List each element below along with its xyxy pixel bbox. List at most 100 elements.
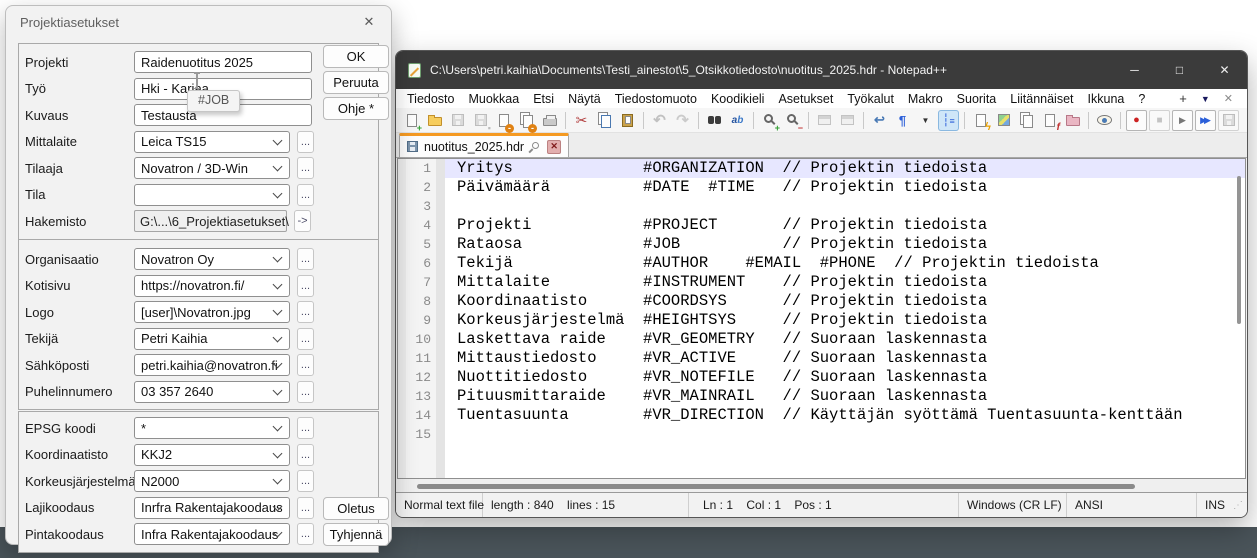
open-file-icon[interactable] <box>424 110 445 131</box>
close-icon[interactable]: ✕ <box>1202 51 1247 89</box>
minimize-icon[interactable]: ─ <box>1112 51 1157 89</box>
dialog-titlebar[interactable]: Projektiasetukset ✕ <box>6 6 391 38</box>
oletus-button[interactable]: Oletus <box>323 497 389 520</box>
status-eol-format[interactable]: Windows (CR LF) <box>959 493 1067 517</box>
macro-record-icon[interactable]: ● <box>1126 110 1147 131</box>
editor-line[interactable]: 10Laskettava raide #VR_GEOMETRY // Suora… <box>398 330 1245 349</box>
close-document-icon[interactable]: ✕ <box>1224 92 1233 105</box>
editor-line[interactable]: 12Nuottitiedosto #VR_NOTEFILE // Suoraan… <box>398 368 1245 387</box>
pintakoodaus-more-button[interactable]: ... <box>297 523 314 545</box>
close-all-icon[interactable]: - <box>516 110 537 131</box>
zoom-out-icon[interactable]: − <box>782 110 803 131</box>
tilaaja-more-button[interactable]: ... <box>297 157 314 179</box>
status-encoding[interactable]: ANSI <box>1067 493 1197 517</box>
projekti-input[interactable] <box>134 51 312 73</box>
editor-line[interactable]: 3 <box>398 197 1245 216</box>
status-insert-mode[interactable]: INS⋰ <box>1197 493 1247 517</box>
cut-icon[interactable]: ✂ <box>571 110 592 131</box>
organisaatio-more-button[interactable]: ... <box>297 248 314 270</box>
macro-stop-icon[interactable]: ■ <box>1149 110 1170 131</box>
menu-item-makro[interactable]: Makro <box>901 92 950 106</box>
monitoring-icon[interactable] <box>1094 110 1115 131</box>
replace-icon[interactable]: ab <box>727 110 748 131</box>
close-tab-icon[interactable]: ✕ <box>547 140 561 154</box>
editor-line[interactable]: 4Projekti #PROJECT // Projektin tiedoist… <box>398 216 1245 235</box>
function-list-icon[interactable]: f <box>1039 110 1060 131</box>
paste-icon[interactable] <box>617 110 638 131</box>
epsg-koodi-combobox[interactable]: * <box>134 417 290 439</box>
lajikoodaus-more-button[interactable]: ... <box>297 497 314 519</box>
close-file-icon[interactable]: - <box>493 110 514 131</box>
save-all-icon[interactable]: ▪ <box>470 110 491 131</box>
editor-line[interactable]: 11Mittaustiedosto #VR_ACTIVE // Suoraan … <box>398 349 1245 368</box>
document-map-icon[interactable] <box>993 110 1014 131</box>
tila-combobox[interactable] <box>134 184 290 206</box>
undo-icon[interactable]: ↶ <box>649 110 670 131</box>
mittalaite-combobox[interactable]: Leica TS15 <box>134 131 290 153</box>
koordinaatisto-more-button[interactable]: ... <box>297 444 314 466</box>
hakemisto-open-button[interactable]: -> <box>294 210 311 232</box>
resize-grip[interactable]: ⋰ <box>1233 500 1247 511</box>
logo-more-button[interactable]: ... <box>297 301 314 323</box>
show-symbols-dropdown-icon[interactable]: ▼ <box>915 110 936 131</box>
sync-scroll-h-icon[interactable] <box>837 110 858 131</box>
save-icon[interactable] <box>447 110 468 131</box>
menu-item-[interactable]: ? <box>1131 92 1152 106</box>
horizontal-scrollbar[interactable] <box>417 484 1135 489</box>
peruuta-button[interactable]: Peruuta <box>323 71 389 94</box>
window-titlebar[interactable]: C:\Users\petri.kaihia\Documents\Testi_ai… <box>396 51 1247 89</box>
menu-item-tiedostomuoto[interactable]: Tiedostomuoto <box>608 92 704 106</box>
menu-item-tiedosto[interactable]: Tiedosto <box>400 92 461 106</box>
tab-list-dropdown-icon[interactable]: ▼ <box>1201 94 1210 104</box>
organisaatio-combobox[interactable]: Novatron Oy <box>134 248 290 270</box>
koordinaatisto-combobox[interactable]: KKJ2 <box>134 444 290 466</box>
kotisivu-combobox[interactable]: https://novatron.fi/ <box>134 275 290 297</box>
maximize-icon[interactable]: □ <box>1157 51 1202 89</box>
pintakoodaus-combobox[interactable]: Infra Rakentajakoodaus <box>134 523 290 545</box>
menu-item-muokkaa[interactable]: Muokkaa <box>461 92 526 106</box>
redo-icon[interactable]: ↷ <box>672 110 693 131</box>
puhelinnumero-more-button[interactable]: ... <box>297 381 314 403</box>
korkeusjarjestelma-more-button[interactable]: ... <box>297 470 314 492</box>
logo-combobox[interactable]: [user]\Novatron.jpg <box>134 301 290 323</box>
tekija-combobox[interactable]: Petri Kaihia <box>134 328 290 350</box>
macro-play-icon[interactable]: ▶ <box>1172 110 1193 131</box>
mittalaite-more-button[interactable]: ... <box>297 131 314 153</box>
ok-button[interactable]: OK <box>323 45 389 68</box>
find-icon[interactable] <box>704 110 725 131</box>
lajikoodaus-combobox[interactable]: Inrfra Rakentajakoodaus <box>134 497 290 519</box>
sahkoposti-more-button[interactable]: ... <box>297 354 314 376</box>
show-all-characters-icon[interactable]: ¶ <box>892 110 913 131</box>
launch-run-icon[interactable]: ϟ <box>970 110 991 131</box>
macro-save-icon[interactable] <box>1218 110 1239 131</box>
new-tab-plus-icon[interactable]: + <box>1179 91 1187 106</box>
editor-line[interactable]: 9Korkeusjärjestelmä #HEIGHTSYS // Projek… <box>398 311 1245 330</box>
vertical-scrollbar[interactable] <box>1237 176 1241 324</box>
epsg-koodi-more-button[interactable]: ... <box>297 417 314 439</box>
document-switcher-icon[interactable] <box>1016 110 1037 131</box>
menu-item-suorita[interactable]: Suorita <box>950 92 1004 106</box>
macro-run-multiple-icon[interactable]: ▶▶ <box>1195 110 1216 131</box>
tila-more-button[interactable]: ... <box>297 184 314 206</box>
menu-item-asetukset[interactable]: Asetukset <box>771 92 840 106</box>
folder-as-workspace-icon[interactable] <box>1062 110 1083 131</box>
editor-line[interactable]: 7Mittalaite #INSTRUMENT // Projektin tie… <box>398 273 1245 292</box>
sahkoposti-combobox[interactable]: petri.kaihia@novatron.fi <box>134 354 290 376</box>
sync-scroll-v-icon[interactable] <box>814 110 835 131</box>
pin-tab-icon[interactable] <box>531 140 541 150</box>
menu-item-liitannaiset[interactable]: Liitännäiset <box>1003 92 1080 106</box>
zoom-in-icon[interactable]: + <box>759 110 780 131</box>
menu-item-etsi[interactable]: Etsi <box>526 92 561 106</box>
menu-item-nayta[interactable]: Näytä <box>561 92 608 106</box>
tekija-more-button[interactable]: ... <box>297 328 314 350</box>
dialog-close-icon[interactable]: ✕ <box>359 12 379 32</box>
word-wrap-icon[interactable]: ↩ <box>869 110 890 131</box>
print-icon[interactable] <box>539 110 560 131</box>
editor-line[interactable]: 13Pituusmittaraide #VR_MAINRAIL // Suora… <box>398 387 1245 406</box>
indent-guide-icon[interactable]: ┆≡ <box>938 110 959 131</box>
menu-item-tyokalut[interactable]: Työkalut <box>840 92 901 106</box>
editor-line[interactable]: 14Tuentasuunta #VR_DIRECTION // Käyttäjä… <box>398 406 1245 425</box>
tab-nuotitus-2025[interactable]: nuotitus_2025.hdr ✕ <box>399 133 569 157</box>
new-file-icon[interactable]: + <box>401 110 422 131</box>
puhelinnumero-combobox[interactable]: 03 357 2640 <box>134 381 290 403</box>
